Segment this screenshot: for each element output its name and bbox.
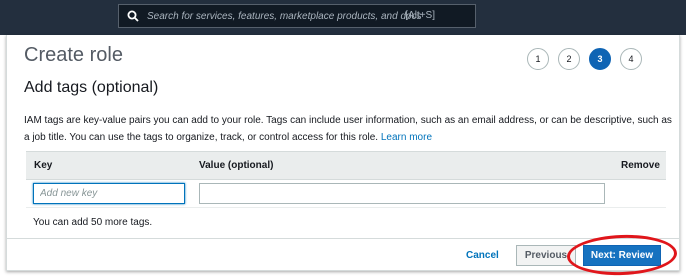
tags-description: IAM tags are key-value pairs you can add… (24, 112, 674, 146)
table-row (26, 180, 666, 208)
column-header-key: Key (34, 160, 53, 171)
remaining-tags-note: You can add 50 more tags. (33, 217, 153, 228)
learn-more-link[interactable]: Learn more (381, 132, 432, 143)
search-shortcut-hint: [Alt+S] (405, 10, 435, 21)
column-header-remove: Remove (621, 160, 660, 171)
tags-table-header: Key Value (optional) Remove (26, 151, 666, 180)
step-3-current: 3 (589, 48, 611, 70)
search-icon (127, 10, 139, 22)
wizard-steps: 1 2 3 4 (527, 48, 651, 70)
footer-divider (7, 238, 679, 239)
cancel-button[interactable]: Cancel (466, 250, 499, 261)
column-header-value: Value (optional) (199, 160, 274, 171)
tag-key-input[interactable] (33, 183, 185, 204)
step-1[interactable]: 1 (527, 48, 549, 70)
search-placeholder: Search for services, features, marketpla… (147, 10, 422, 22)
step-2[interactable]: 2 (558, 48, 580, 70)
global-search-bar[interactable]: Search for services, features, marketpla… (118, 4, 476, 28)
top-navigation-bar: Search for services, features, marketpla… (0, 0, 686, 35)
tags-description-text: IAM tags are key-value pairs you can add… (24, 115, 672, 143)
section-heading: Add tags (optional) (24, 79, 159, 96)
step-4[interactable]: 4 (620, 48, 642, 70)
tag-value-input[interactable] (199, 183, 605, 204)
page-title: Create role (24, 44, 123, 66)
